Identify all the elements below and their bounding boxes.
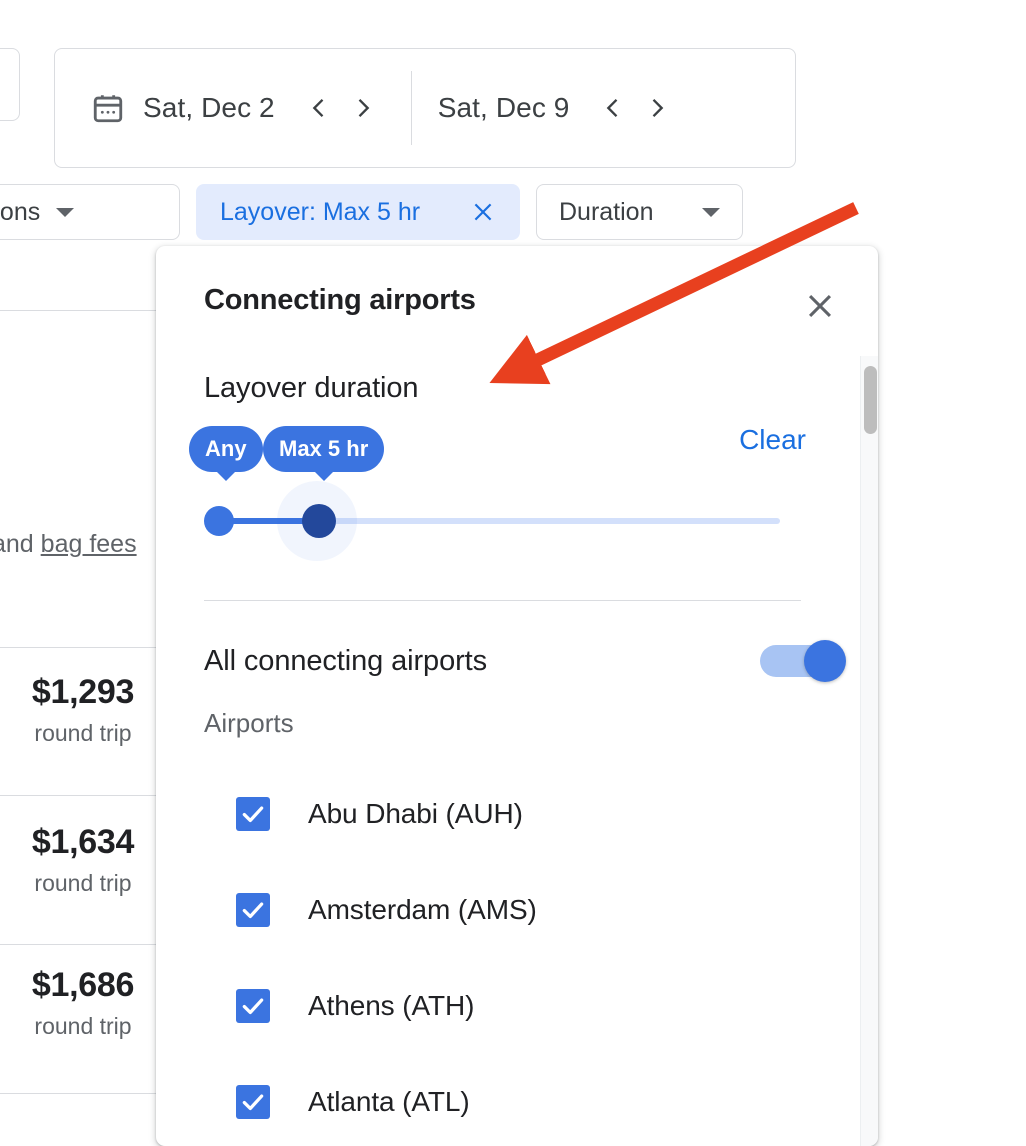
- departure-date-nav: [297, 86, 385, 130]
- airport-name: Abu Dhabi (AUH): [308, 798, 523, 830]
- slider-max-handle[interactable]: [302, 504, 336, 538]
- result-row-divider: [0, 944, 170, 945]
- result-row-price[interactable]: $1,634 round trip: [0, 823, 166, 897]
- airport-checkbox-list: Abu Dhabi (AUH) Amsterdam (AMS) Athens (AT…: [204, 766, 824, 1146]
- airports-section-label: Airports: [204, 708, 294, 739]
- close-icon[interactable]: [470, 199, 496, 225]
- return-date-segment[interactable]: Sat, Dec 9: [438, 49, 680, 167]
- price-subtitle: round trip: [0, 1013, 166, 1040]
- departure-date-segment[interactable]: Sat, Dec 2: [55, 49, 385, 167]
- filter-chip-duration[interactable]: Duration: [536, 184, 743, 240]
- all-connecting-airports-row[interactable]: All connecting airports: [204, 631, 852, 691]
- bag-fees-prefix: and: [0, 530, 41, 558]
- result-row-price[interactable]: $1,293 round trip: [0, 673, 166, 747]
- checkbox-checked-icon[interactable]: [236, 989, 270, 1023]
- all-connecting-airports-toggle[interactable]: [760, 640, 852, 682]
- result-row-price[interactable]: $1,686 round trip: [0, 966, 166, 1040]
- filter-chip-duration-label: Duration: [559, 198, 654, 227]
- filter-chip-layover-label: Layover: Max 5 hr: [220, 198, 420, 227]
- airport-name: Amsterdam (AMS): [308, 894, 537, 926]
- bag-fees-note: and bag fees: [0, 530, 137, 559]
- close-icon[interactable]: [796, 282, 844, 330]
- airport-list-item[interactable]: Athens (ATH): [204, 958, 824, 1054]
- slider-min-handle[interactable]: [204, 506, 234, 536]
- bag-fees-link[interactable]: bag fees: [41, 530, 137, 558]
- toggle-knob: [804, 640, 846, 682]
- departure-date-text: Sat, Dec 2: [143, 92, 275, 124]
- dialog-scrollbar-thumb[interactable]: [864, 366, 877, 434]
- date-range-control[interactable]: Sat, Dec 2 Sat, Dec 9: [54, 48, 796, 168]
- departure-next-day-icon[interactable]: [341, 86, 385, 130]
- price-amount: $1,686: [0, 966, 166, 1005]
- checkbox-checked-icon[interactable]: [236, 797, 270, 831]
- airport-list-item[interactable]: Atlanta (ATL): [204, 1054, 824, 1146]
- return-date-nav: [591, 86, 679, 130]
- date-range-separator: [411, 71, 412, 145]
- departure-prev-day-icon[interactable]: [297, 86, 341, 130]
- result-row-divider: [0, 647, 170, 648]
- airport-name: Atlanta (ATL): [308, 1086, 470, 1118]
- dialog-title: Connecting airports: [204, 284, 476, 317]
- dialog-section-divider: [204, 600, 801, 601]
- return-prev-day-icon[interactable]: [591, 86, 635, 130]
- airport-name: Athens (ATH): [308, 990, 474, 1022]
- airport-list-item[interactable]: Abu Dhabi (AUH): [204, 766, 824, 862]
- return-next-day-icon[interactable]: [635, 86, 679, 130]
- chevron-down-icon: [56, 208, 74, 217]
- filter-chip-emissions-label: missions: [0, 198, 40, 227]
- layover-duration-title: Layover duration: [204, 372, 418, 405]
- price-amount: $1,634: [0, 823, 166, 862]
- price-amount: $1,293: [0, 673, 166, 712]
- slider-min-tooltip: Any: [189, 426, 263, 472]
- return-date-text: Sat, Dec 9: [438, 92, 570, 124]
- calendar-icon: [91, 91, 125, 125]
- price-subtitle: round trip: [0, 720, 166, 747]
- checkbox-checked-icon[interactable]: [236, 893, 270, 927]
- filter-chip-emissions[interactable]: missions: [0, 184, 180, 240]
- filter-chip-layover[interactable]: Layover: Max 5 hr: [196, 184, 520, 240]
- all-connecting-airports-label: All connecting airports: [204, 645, 487, 678]
- chevron-down-icon: [702, 208, 720, 217]
- slider-max-tooltip: Max 5 hr: [263, 426, 384, 472]
- result-row-divider: [0, 795, 170, 796]
- connecting-airports-dialog: Connecting airports Layover duration Cle…: [156, 246, 878, 1146]
- clear-button[interactable]: Clear: [739, 424, 806, 456]
- airport-list-item[interactable]: Amsterdam (AMS): [204, 862, 824, 958]
- dialog-scrollbar[interactable]: [860, 356, 878, 1146]
- layover-duration-slider[interactable]: [204, 501, 780, 541]
- checkbox-checked-icon[interactable]: [236, 1085, 270, 1119]
- price-subtitle: round trip: [0, 870, 166, 897]
- result-row-divider: [0, 310, 170, 311]
- result-row-divider: [0, 1093, 170, 1094]
- origin-field-stub[interactable]: [0, 48, 20, 121]
